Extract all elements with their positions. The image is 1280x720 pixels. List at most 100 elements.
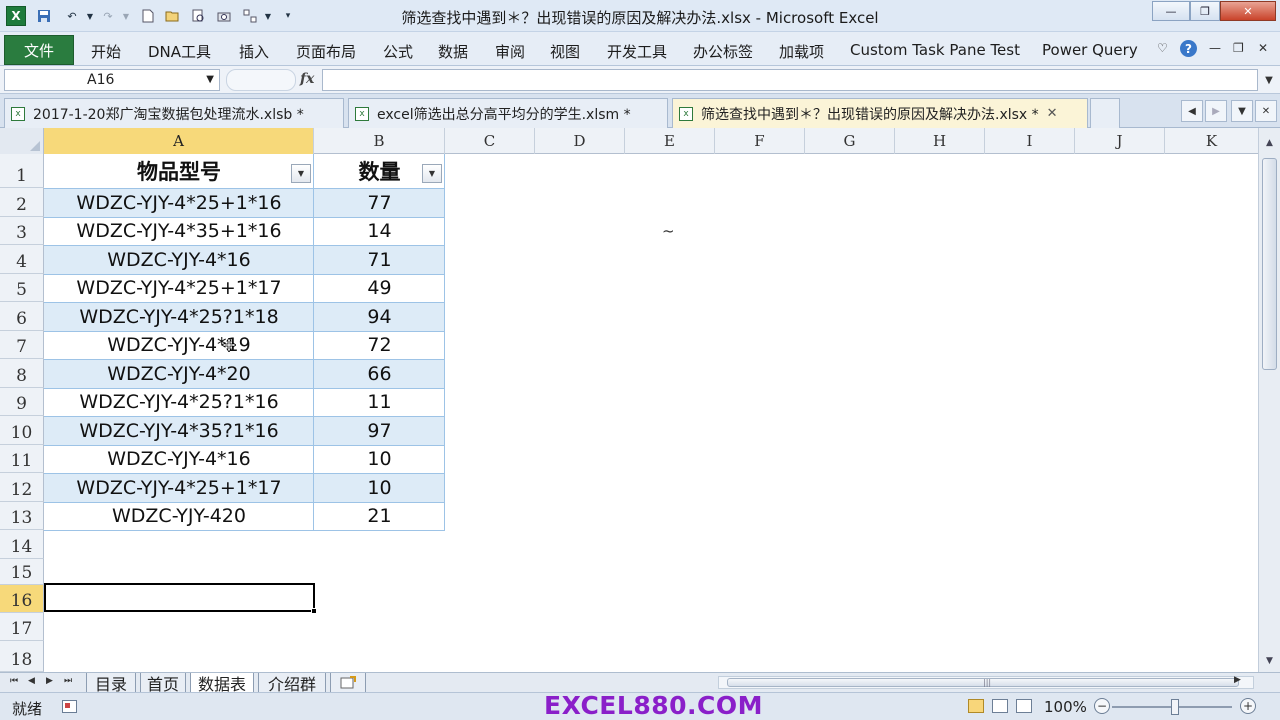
tab-power-query[interactable]: Power Query <box>1042 41 1138 59</box>
sheet-tab-contents[interactable]: 目录 <box>86 673 136 694</box>
table-cell[interactable]: 10 <box>314 473 445 502</box>
scroll-down-icon[interactable]: ▼ <box>1261 652 1278 669</box>
chevron-down-icon[interactable]: ▼ <box>1231 100 1253 122</box>
table-cell[interactable]: WDZC-YJY-420 <box>44 502 314 530</box>
table-cell[interactable]: 21 <box>314 502 445 530</box>
scroll-up-icon[interactable]: ▲ <box>1261 134 1278 151</box>
table-cell[interactable]: WDZC-YJY-4*16 <box>44 445 314 473</box>
row-header-8[interactable]: 8 <box>0 359 44 388</box>
tab-page-layout[interactable]: 页面布局 <box>296 41 356 62</box>
prev-sheet-icon[interactable]: ◀ <box>28 676 35 686</box>
column-header-e[interactable]: E <box>625 128 715 154</box>
chevron-left-icon[interactable]: ◀ <box>1181 100 1203 122</box>
column-header-i[interactable]: I <box>985 128 1075 154</box>
tab-file[interactable]: 文件 <box>4 35 74 65</box>
workbook-restore-icon[interactable]: ❐ <box>1233 41 1244 55</box>
row-header-3[interactable]: 3 <box>0 217 44 245</box>
expand-formula-bar-icon[interactable]: ▼ <box>1260 69 1278 91</box>
formula-bar-splitter[interactable] <box>226 69 296 91</box>
undo-icon[interactable]: ↶ <box>64 8 80 24</box>
column-header-d[interactable]: D <box>535 128 625 154</box>
workbook-tab-1[interactable]: x 2017-1-20郑广淘宝数据包处理流水.xlsb * <box>4 98 344 128</box>
scroll-right-icon[interactable]: ▶ <box>1234 675 1241 685</box>
insert-sheet-icon[interactable] <box>330 673 366 693</box>
page-break-preview-icon[interactable] <box>1016 699 1032 713</box>
row-header-7[interactable]: 7 <box>0 331 44 359</box>
column-header-b[interactable]: B <box>314 128 445 154</box>
tab-home[interactable]: 开始 <box>91 41 121 62</box>
table-cell[interactable]: WDZC-YJY-4*35?1*16 <box>44 416 314 445</box>
filter-dropdown-icon[interactable]: ▼ <box>291 164 311 183</box>
workbook-tab-3[interactable]: x 筛选查找中遇到＊？出现错误的原因及解决办法.xlsx * ✕ <box>672 98 1088 128</box>
table-cell[interactable]: WDZC-YJY-4*25+1*17 <box>44 473 314 502</box>
row-header-10[interactable]: 10 <box>0 416 44 445</box>
table-cell[interactable]: 11 <box>314 388 445 416</box>
vertical-scrollbar[interactable]: ▲ ▼ <box>1258 128 1280 672</box>
tab-developer[interactable]: 开发工具 <box>607 41 667 62</box>
tab-add-ins[interactable]: 加载项 <box>779 41 824 62</box>
table-cell[interactable]: 77 <box>314 188 445 217</box>
select-all-button[interactable] <box>0 128 44 154</box>
close-button[interactable]: ✕ <box>1220 1 1276 21</box>
row-header-12[interactable]: 12 <box>0 473 44 502</box>
table-header-cell[interactable]: 物品型号 <box>44 154 314 188</box>
zoom-out-icon[interactable]: − <box>1094 698 1110 714</box>
active-cell-a16[interactable] <box>44 583 317 614</box>
ribbon-collapse-icon[interactable]: ♡ <box>1157 41 1168 55</box>
zoom-in-icon[interactable]: + <box>1240 698 1256 714</box>
row-header-5[interactable]: 5 <box>0 274 44 302</box>
column-header-j[interactable]: J <box>1075 128 1165 154</box>
customize-icon[interactable]: ▾ <box>280 8 296 24</box>
column-header-h[interactable]: H <box>895 128 985 154</box>
row-header-11[interactable]: 11 <box>0 445 44 473</box>
tab-insert[interactable]: 插入 <box>239 41 269 62</box>
tab-review[interactable]: 审阅 <box>495 41 525 62</box>
column-header-a[interactable]: A <box>44 128 314 154</box>
redo-icon[interactable]: ↷ <box>100 8 116 24</box>
table-cell[interactable]: WDZC-YJY-4*20 <box>44 359 314 388</box>
fill-handle[interactable] <box>311 608 317 614</box>
sheet-tab-intro-group[interactable]: 介绍群 <box>258 673 326 694</box>
column-header-g[interactable]: G <box>805 128 895 154</box>
name-box[interactable]: A16 ▼ <box>4 69 220 91</box>
new-icon[interactable] <box>140 8 156 24</box>
new-tab-button[interactable] <box>1090 98 1120 128</box>
row-header-4[interactable]: 4 <box>0 245 44 274</box>
print-preview-icon[interactable] <box>190 8 206 24</box>
table-cell[interactable]: 10 <box>314 445 445 473</box>
table-cell[interactable]: 71 <box>314 245 445 274</box>
save-icon[interactable] <box>36 8 52 24</box>
page-layout-view-icon[interactable] <box>992 699 1008 713</box>
table-cell[interactable]: 94 <box>314 302 445 331</box>
help-icon[interactable]: ? <box>1180 40 1197 57</box>
row-header-14[interactable]: 14 <box>0 530 44 559</box>
table-cell[interactable]: 49 <box>314 274 445 302</box>
open-icon[interactable] <box>164 8 180 24</box>
table-cell[interactable]: 72 <box>314 331 445 359</box>
tab-view[interactable]: 视图 <box>550 41 580 62</box>
tab-office-tabs[interactable]: 办公标签 <box>693 41 753 62</box>
tab-dna-tools[interactable]: DNA工具 <box>148 41 211 62</box>
column-header-c[interactable]: C <box>445 128 535 154</box>
row-header-18[interactable]: 18 <box>0 641 44 672</box>
workbook-minimize-icon[interactable]: — <box>1209 41 1221 55</box>
row-header-6[interactable]: 6 <box>0 302 44 331</box>
zoom-level[interactable]: 100% <box>1044 698 1087 716</box>
undo-dropdown-icon[interactable]: ▼ <box>82 8 98 24</box>
first-sheet-icon[interactable]: ⏮ <box>10 676 18 686</box>
sheet-tab-home[interactable]: 首页 <box>140 673 186 694</box>
table-cell[interactable]: WDZC-YJY-4*25+1*16 <box>44 188 314 217</box>
tab-formulas[interactable]: 公式 <box>383 41 413 62</box>
sheet-tab-data[interactable]: 数据表 <box>190 673 254 694</box>
filter-dropdown-icon[interactable]: ▼ <box>422 164 442 183</box>
excel-app-icon[interactable]: X <box>6 6 26 26</box>
row-header-13[interactable]: 13 <box>0 502 44 530</box>
row-header-15[interactable]: 15 <box>0 559 44 585</box>
sort-dropdown-icon[interactable]: ▼ <box>260 8 276 24</box>
row-header-2[interactable]: 2 <box>0 188 44 217</box>
minimize-button[interactable]: — <box>1152 1 1190 21</box>
column-header-k[interactable]: K <box>1165 128 1258 154</box>
camera-icon[interactable] <box>216 8 232 24</box>
cell-e3-text[interactable]: ~ <box>662 222 675 240</box>
zoom-slider-thumb[interactable] <box>1171 699 1179 715</box>
